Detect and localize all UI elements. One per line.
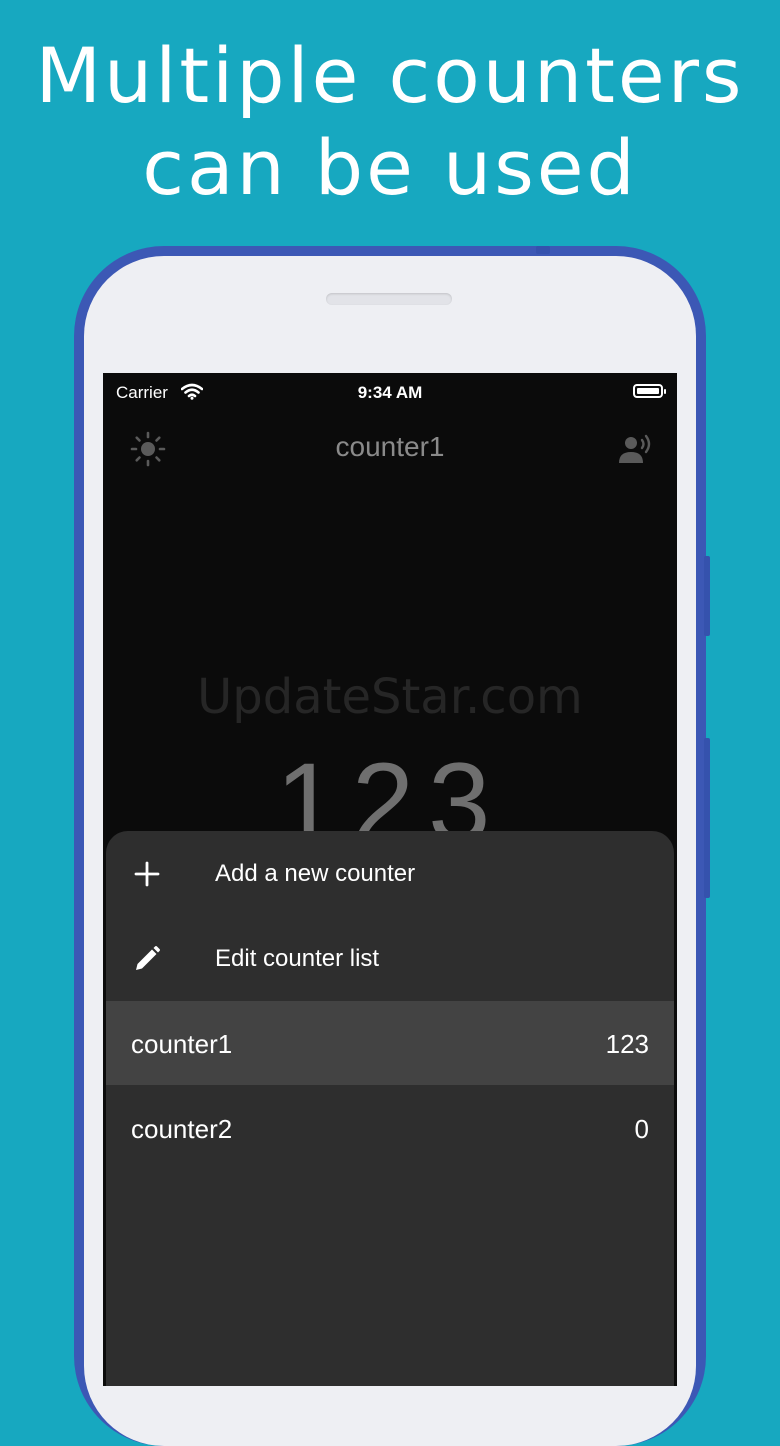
phone-volume-up-button: [704, 556, 710, 636]
phone-side-button: [536, 246, 550, 254]
status-time: 9:34 AM: [357, 383, 423, 402]
watermark-text: UpdateStar.com: [197, 669, 583, 725]
counter-list-item[interactable]: counter2 0: [106, 1086, 674, 1170]
voice-icon[interactable]: [617, 431, 657, 471]
plus-icon: [132, 859, 162, 889]
edit-counter-list-button[interactable]: Edit counter list: [106, 916, 674, 1000]
phone-volume-down-button: [704, 738, 710, 898]
counter-menu-sheet: Add a new counter Edit counter list coun…: [106, 831, 674, 1386]
edit-counter-list-label: Edit counter list: [215, 945, 380, 972]
counter-value: 123: [605, 1029, 649, 1059]
promo-headline: Multiple counters can be used: [0, 30, 780, 214]
headline-line-1: Multiple counters: [35, 31, 745, 120]
counter-name: counter2: [131, 1114, 233, 1144]
add-counter-label: Add a new counter: [215, 860, 416, 887]
phone-speaker: [326, 293, 452, 305]
battery-level: [637, 388, 659, 394]
app-screen: Carrier 9:34 AM counter1 UpdateStar.com …: [103, 373, 677, 1386]
headline-line-2: can be used: [142, 123, 638, 212]
counter-value: 0: [634, 1114, 649, 1144]
counter-name: counter1: [131, 1029, 233, 1059]
add-counter-button[interactable]: Add a new counter: [106, 831, 674, 915]
counter-title: counter1: [335, 431, 445, 462]
counter-list-item[interactable]: counter1 123: [106, 1001, 674, 1085]
pencil-icon: [132, 944, 162, 974]
status-bar: Carrier 9:34 AM: [103, 373, 677, 413]
battery-icon: [633, 384, 666, 398]
